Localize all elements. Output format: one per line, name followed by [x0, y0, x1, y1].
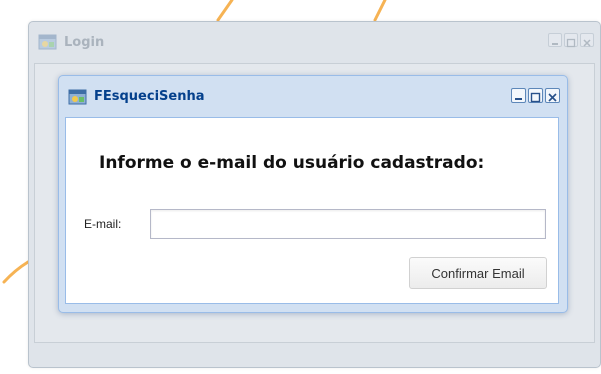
dialog-heading: Informe o e-mail do usuário cadastrado:: [99, 153, 485, 173]
app-window-icon: [68, 88, 88, 106]
close-icon[interactable]: [545, 88, 560, 103]
email-label: E-mail:: [84, 217, 122, 231]
dialog-tools: [511, 88, 560, 103]
dialog-titlebar[interactable]: FEsqueciSenha: [59, 76, 567, 117]
email-input[interactable]: [150, 209, 546, 239]
login-window-tools: [548, 33, 594, 48]
login-window-title: Login: [64, 34, 105, 50]
dialog-title: FEsqueciSenha: [94, 89, 205, 104]
forgot-password-dialog: FEsqueciSenha Informe o e-mail do usuári…: [58, 75, 568, 313]
maximize-icon[interactable]: [528, 88, 543, 103]
dialog-body: Informe o e-mail do usuário cadastrado: …: [65, 117, 559, 304]
app-window-icon: [38, 33, 58, 51]
minimize-icon[interactable]: [511, 88, 526, 103]
login-window-titlebar[interactable]: Login: [29, 22, 600, 62]
maximize-icon[interactable]: [564, 33, 578, 48]
minimize-icon[interactable]: [548, 33, 562, 47]
confirm-email-button[interactable]: Confirmar Email: [409, 257, 547, 289]
close-icon[interactable]: [580, 33, 594, 47]
